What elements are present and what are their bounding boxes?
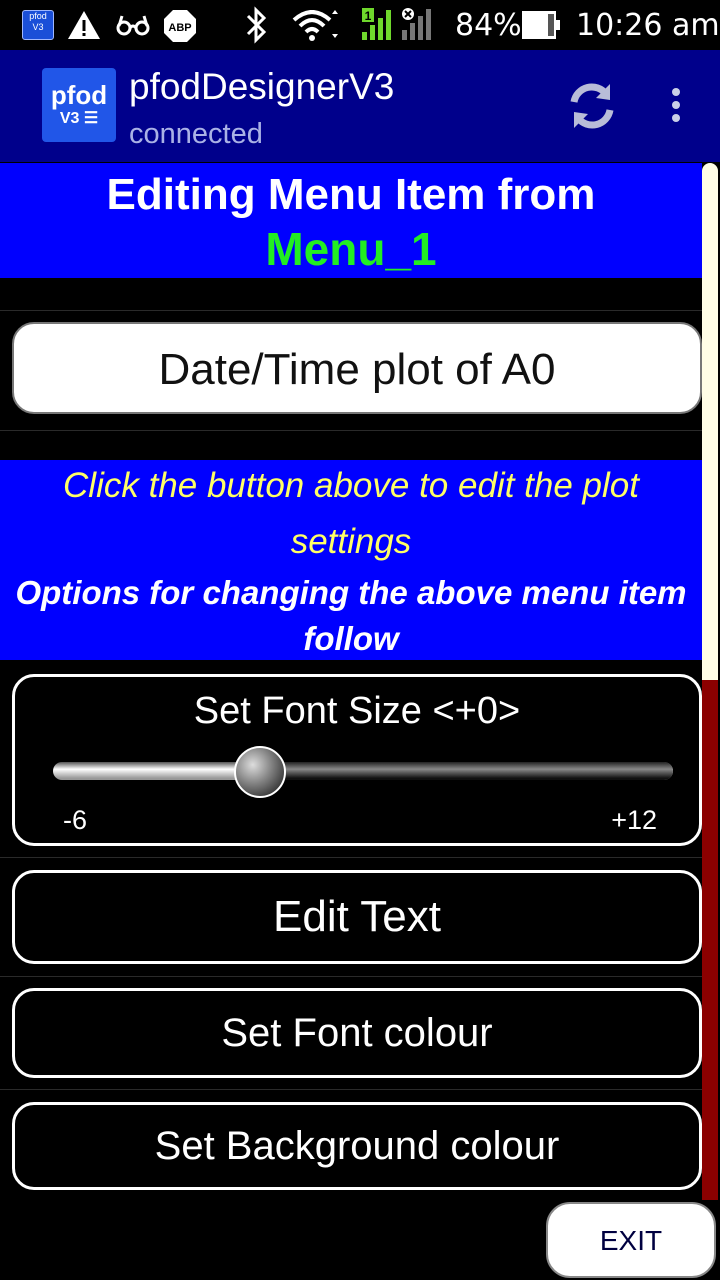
exit-button[interactable]: EXIT bbox=[546, 1202, 716, 1278]
app-icon-version: V3 ☰ bbox=[59, 110, 99, 127]
connection-status: connected bbox=[129, 118, 263, 150]
menu-item-button[interactable]: Date/Time plot of A0 bbox=[12, 322, 702, 414]
svg-text:ABP: ABP bbox=[168, 22, 191, 34]
scrollbar-track-fill bbox=[702, 680, 718, 1200]
editing-header: Editing Menu Item from Menu_1 bbox=[0, 163, 702, 278]
divider bbox=[0, 976, 702, 977]
slider-max-label: +12 bbox=[611, 805, 657, 835]
app-icon[interactable]: pfod V3 ☰ bbox=[42, 68, 116, 142]
pfod-notification-icon: pfod V3 bbox=[22, 10, 54, 40]
divider bbox=[0, 430, 702, 431]
font-size-control: Set Font Size <+0> -6 +12 bbox=[12, 674, 702, 846]
header-menu-name: Menu_1 bbox=[265, 223, 437, 275]
info-box: Click the button above to edit the plot … bbox=[0, 460, 702, 660]
battery-icon bbox=[522, 11, 560, 39]
no-signal-icon bbox=[402, 8, 431, 40]
refresh-icon[interactable] bbox=[566, 80, 618, 132]
divider bbox=[0, 310, 702, 311]
signal-icon: 1 bbox=[362, 8, 391, 40]
divider bbox=[0, 1089, 702, 1090]
clock: 10:26 am bbox=[576, 8, 720, 43]
app-title: pfodDesignerV3 bbox=[129, 66, 395, 107]
bluetooth-icon bbox=[246, 6, 267, 44]
glasses-icon bbox=[116, 15, 150, 36]
font-size-label: Set Font Size <+0> bbox=[193, 690, 521, 732]
abp-icon: ABP bbox=[164, 10, 196, 42]
background-colour-button[interactable]: Set Background colour bbox=[12, 1102, 702, 1190]
font-colour-button[interactable]: Set Font colour bbox=[12, 988, 702, 1078]
app-icon-label: pfod bbox=[50, 80, 108, 110]
font-size-slider[interactable] bbox=[53, 762, 673, 780]
edit-text-button[interactable]: Edit Text bbox=[12, 870, 702, 964]
wifi-icon bbox=[292, 10, 338, 41]
action-bar: pfod V3 ☰ pfodDesignerV3 connected bbox=[0, 50, 720, 162]
scrollbar-thumb[interactable] bbox=[702, 163, 718, 680]
divider bbox=[0, 857, 702, 858]
slider-min-label: -6 bbox=[63, 805, 88, 835]
scrollbar[interactable] bbox=[702, 163, 718, 1200]
edit-hint: Click the button above to edit the plot … bbox=[63, 466, 639, 561]
battery-percent: 84% bbox=[455, 8, 522, 43]
header-title: Editing Menu Item from bbox=[106, 170, 596, 219]
warning-icon bbox=[68, 11, 100, 39]
status-bar: pfod V3 ABP 1 84% 10:26 am bbox=[0, 0, 720, 50]
options-note: Options for changing the above menu item… bbox=[15, 574, 687, 657]
overflow-menu-icon[interactable] bbox=[668, 88, 684, 128]
svg-text:1: 1 bbox=[365, 9, 372, 23]
slider-thumb[interactable] bbox=[233, 746, 286, 798]
